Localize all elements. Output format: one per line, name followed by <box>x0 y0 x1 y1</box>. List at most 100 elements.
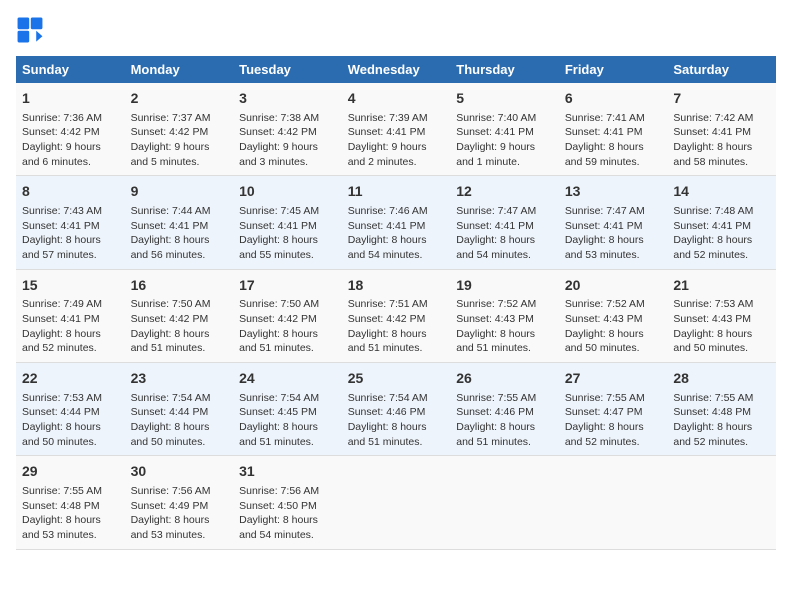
day-info: Sunrise: 7:55 AM Sunset: 4:46 PM Dayligh… <box>456 391 553 450</box>
calendar-header-row: SundayMondayTuesdayWednesdayThursdayFrid… <box>16 56 776 83</box>
page-header <box>16 16 776 44</box>
calendar-cell: 10Sunrise: 7:45 AM Sunset: 4:41 PM Dayli… <box>233 176 342 269</box>
day-number: 9 <box>131 182 228 202</box>
calendar-cell: 31Sunrise: 7:56 AM Sunset: 4:50 PM Dayli… <box>233 456 342 549</box>
day-number: 11 <box>348 182 445 202</box>
calendar-cell: 3Sunrise: 7:38 AM Sunset: 4:42 PM Daylig… <box>233 83 342 176</box>
day-number: 31 <box>239 462 336 482</box>
day-number: 13 <box>565 182 662 202</box>
day-info: Sunrise: 7:36 AM Sunset: 4:42 PM Dayligh… <box>22 111 119 170</box>
day-info: Sunrise: 7:54 AM Sunset: 4:46 PM Dayligh… <box>348 391 445 450</box>
day-info: Sunrise: 7:55 AM Sunset: 4:48 PM Dayligh… <box>673 391 770 450</box>
day-number: 26 <box>456 369 553 389</box>
day-info: Sunrise: 7:52 AM Sunset: 4:43 PM Dayligh… <box>565 297 662 356</box>
day-number: 2 <box>131 89 228 109</box>
calendar-cell: 24Sunrise: 7:54 AM Sunset: 4:45 PM Dayli… <box>233 363 342 456</box>
day-number: 27 <box>565 369 662 389</box>
day-number: 14 <box>673 182 770 202</box>
day-info: Sunrise: 7:37 AM Sunset: 4:42 PM Dayligh… <box>131 111 228 170</box>
day-info: Sunrise: 7:48 AM Sunset: 4:41 PM Dayligh… <box>673 204 770 263</box>
day-info: Sunrise: 7:52 AM Sunset: 4:43 PM Dayligh… <box>456 297 553 356</box>
day-info: Sunrise: 7:49 AM Sunset: 4:41 PM Dayligh… <box>22 297 119 356</box>
calendar-cell: 26Sunrise: 7:55 AM Sunset: 4:46 PM Dayli… <box>450 363 559 456</box>
calendar-cell: 30Sunrise: 7:56 AM Sunset: 4:49 PM Dayli… <box>125 456 234 549</box>
week-row-5: 29Sunrise: 7:55 AM Sunset: 4:48 PM Dayli… <box>16 456 776 549</box>
day-number: 24 <box>239 369 336 389</box>
calendar-cell <box>342 456 451 549</box>
logo-icon <box>16 16 44 44</box>
week-row-1: 1Sunrise: 7:36 AM Sunset: 4:42 PM Daylig… <box>16 83 776 176</box>
day-number: 10 <box>239 182 336 202</box>
day-info: Sunrise: 7:55 AM Sunset: 4:47 PM Dayligh… <box>565 391 662 450</box>
calendar-cell: 4Sunrise: 7:39 AM Sunset: 4:41 PM Daylig… <box>342 83 451 176</box>
header-friday: Friday <box>559 56 668 83</box>
calendar-cell: 11Sunrise: 7:46 AM Sunset: 4:41 PM Dayli… <box>342 176 451 269</box>
calendar-cell: 15Sunrise: 7:49 AM Sunset: 4:41 PM Dayli… <box>16 269 125 362</box>
day-number: 30 <box>131 462 228 482</box>
calendar-cell <box>559 456 668 549</box>
day-info: Sunrise: 7:47 AM Sunset: 4:41 PM Dayligh… <box>456 204 553 263</box>
calendar-cell: 6Sunrise: 7:41 AM Sunset: 4:41 PM Daylig… <box>559 83 668 176</box>
day-info: Sunrise: 7:54 AM Sunset: 4:45 PM Dayligh… <box>239 391 336 450</box>
calendar-cell: 21Sunrise: 7:53 AM Sunset: 4:43 PM Dayli… <box>667 269 776 362</box>
header-thursday: Thursday <box>450 56 559 83</box>
day-number: 19 <box>456 276 553 296</box>
day-info: Sunrise: 7:55 AM Sunset: 4:48 PM Dayligh… <box>22 484 119 543</box>
calendar-cell: 8Sunrise: 7:43 AM Sunset: 4:41 PM Daylig… <box>16 176 125 269</box>
calendar-cell <box>667 456 776 549</box>
day-info: Sunrise: 7:50 AM Sunset: 4:42 PM Dayligh… <box>239 297 336 356</box>
day-number: 15 <box>22 276 119 296</box>
calendar-cell: 14Sunrise: 7:48 AM Sunset: 4:41 PM Dayli… <box>667 176 776 269</box>
calendar-cell: 19Sunrise: 7:52 AM Sunset: 4:43 PM Dayli… <box>450 269 559 362</box>
day-number: 17 <box>239 276 336 296</box>
header-sunday: Sunday <box>16 56 125 83</box>
header-monday: Monday <box>125 56 234 83</box>
day-info: Sunrise: 7:45 AM Sunset: 4:41 PM Dayligh… <box>239 204 336 263</box>
calendar-cell: 13Sunrise: 7:47 AM Sunset: 4:41 PM Dayli… <box>559 176 668 269</box>
day-number: 12 <box>456 182 553 202</box>
day-info: Sunrise: 7:53 AM Sunset: 4:43 PM Dayligh… <box>673 297 770 356</box>
day-number: 18 <box>348 276 445 296</box>
day-info: Sunrise: 7:44 AM Sunset: 4:41 PM Dayligh… <box>131 204 228 263</box>
calendar-table: SundayMondayTuesdayWednesdayThursdayFrid… <box>16 56 776 550</box>
day-info: Sunrise: 7:46 AM Sunset: 4:41 PM Dayligh… <box>348 204 445 263</box>
calendar-cell: 16Sunrise: 7:50 AM Sunset: 4:42 PM Dayli… <box>125 269 234 362</box>
calendar-cell: 12Sunrise: 7:47 AM Sunset: 4:41 PM Dayli… <box>450 176 559 269</box>
day-info: Sunrise: 7:50 AM Sunset: 4:42 PM Dayligh… <box>131 297 228 356</box>
day-number: 4 <box>348 89 445 109</box>
day-number: 28 <box>673 369 770 389</box>
calendar-cell: 9Sunrise: 7:44 AM Sunset: 4:41 PM Daylig… <box>125 176 234 269</box>
calendar-cell: 23Sunrise: 7:54 AM Sunset: 4:44 PM Dayli… <box>125 363 234 456</box>
calendar-cell: 29Sunrise: 7:55 AM Sunset: 4:48 PM Dayli… <box>16 456 125 549</box>
day-info: Sunrise: 7:53 AM Sunset: 4:44 PM Dayligh… <box>22 391 119 450</box>
calendar-cell: 5Sunrise: 7:40 AM Sunset: 4:41 PM Daylig… <box>450 83 559 176</box>
day-number: 20 <box>565 276 662 296</box>
day-info: Sunrise: 7:39 AM Sunset: 4:41 PM Dayligh… <box>348 111 445 170</box>
day-info: Sunrise: 7:54 AM Sunset: 4:44 PM Dayligh… <box>131 391 228 450</box>
calendar-cell: 7Sunrise: 7:42 AM Sunset: 4:41 PM Daylig… <box>667 83 776 176</box>
calendar-cell: 2Sunrise: 7:37 AM Sunset: 4:42 PM Daylig… <box>125 83 234 176</box>
logo <box>16 16 48 44</box>
day-info: Sunrise: 7:47 AM Sunset: 4:41 PM Dayligh… <box>565 204 662 263</box>
calendar-cell <box>450 456 559 549</box>
day-number: 21 <box>673 276 770 296</box>
day-number: 7 <box>673 89 770 109</box>
day-number: 8 <box>22 182 119 202</box>
day-number: 1 <box>22 89 119 109</box>
day-number: 16 <box>131 276 228 296</box>
calendar-cell: 18Sunrise: 7:51 AM Sunset: 4:42 PM Dayli… <box>342 269 451 362</box>
calendar-cell: 1Sunrise: 7:36 AM Sunset: 4:42 PM Daylig… <box>16 83 125 176</box>
week-row-4: 22Sunrise: 7:53 AM Sunset: 4:44 PM Dayli… <box>16 363 776 456</box>
day-info: Sunrise: 7:42 AM Sunset: 4:41 PM Dayligh… <box>673 111 770 170</box>
day-number: 29 <box>22 462 119 482</box>
week-row-2: 8Sunrise: 7:43 AM Sunset: 4:41 PM Daylig… <box>16 176 776 269</box>
day-info: Sunrise: 7:51 AM Sunset: 4:42 PM Dayligh… <box>348 297 445 356</box>
header-wednesday: Wednesday <box>342 56 451 83</box>
week-row-3: 15Sunrise: 7:49 AM Sunset: 4:41 PM Dayli… <box>16 269 776 362</box>
day-info: Sunrise: 7:56 AM Sunset: 4:49 PM Dayligh… <box>131 484 228 543</box>
day-number: 5 <box>456 89 553 109</box>
calendar-cell: 20Sunrise: 7:52 AM Sunset: 4:43 PM Dayli… <box>559 269 668 362</box>
header-saturday: Saturday <box>667 56 776 83</box>
day-number: 3 <box>239 89 336 109</box>
day-info: Sunrise: 7:56 AM Sunset: 4:50 PM Dayligh… <box>239 484 336 543</box>
